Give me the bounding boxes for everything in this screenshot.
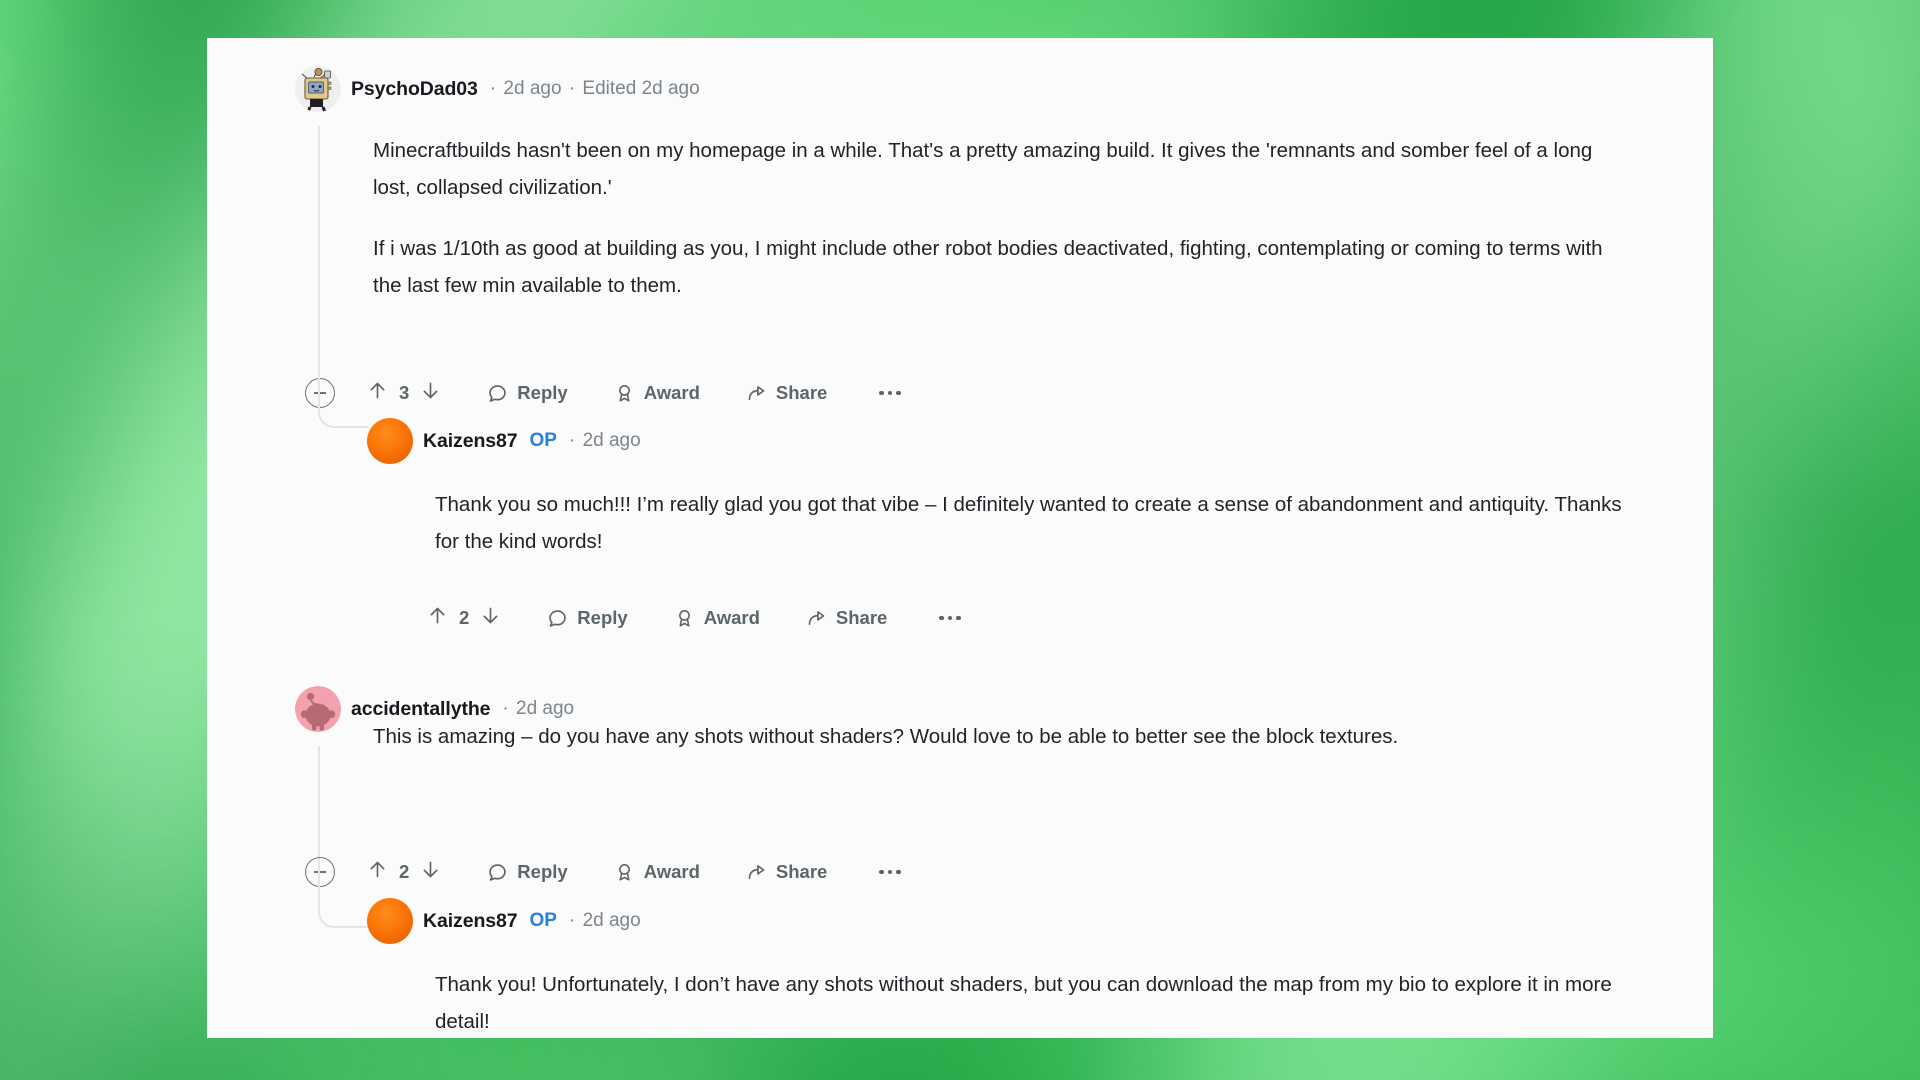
- dot: [879, 869, 884, 875]
- op-badge: OP: [529, 430, 557, 451]
- comment-author-name[interactable]: Kaizens87: [423, 910, 518, 933]
- share-button[interactable]: Share: [746, 861, 827, 883]
- thread-line-comment-2: [318, 746, 320, 864]
- reply-button[interactable]: Reply: [487, 861, 568, 883]
- dot: [947, 615, 953, 621]
- dot: [887, 390, 893, 396]
- comment-timestamp: 2d ago: [582, 430, 641, 451]
- comment-meta: · 2d ago: [567, 430, 641, 452]
- comment-meta: · 2d ago: [500, 698, 574, 720]
- share-arrow-icon: [746, 862, 767, 883]
- share-button[interactable]: Share: [746, 382, 827, 404]
- comment-body-kaizens87-1: Thank you so much!!! I’m really glad you…: [435, 486, 1635, 560]
- action-bar-comment-1-reply: 2 Reply Award Share: [427, 600, 961, 636]
- thread-hook-reply-2: [318, 864, 368, 928]
- action-bar-comment-2: 2 Reply Award Share: [305, 854, 901, 890]
- upvote-icon[interactable]: [367, 859, 388, 885]
- comment-timestamp: 2d ago: [582, 910, 641, 931]
- orange-gradient-avatar[interactable]: [367, 418, 413, 464]
- comment-paragraph: If i was 1/10th as good at building as y…: [373, 237, 1603, 297]
- meta-separator-2: ·: [568, 78, 576, 99]
- vote-count: 2: [399, 861, 410, 882]
- comment-author-name[interactable]: PsychoDad03: [351, 78, 478, 101]
- comment-meta: · 2d ago: [567, 910, 641, 932]
- meta-separator: ·: [489, 78, 497, 99]
- action-bar-comment-1: 3 Reply Award Share: [305, 375, 901, 411]
- award-button[interactable]: Award: [614, 382, 700, 404]
- award-button[interactable]: Award: [674, 607, 760, 629]
- comment-header: PsychoDad03 · 2d ago · Edited 2d ago: [295, 66, 700, 112]
- comment-body-accidentallythe: This is amazing – do you have any shots …: [373, 718, 1633, 755]
- thread-line-comment-1: [318, 126, 320, 364]
- vote-group: 2: [367, 859, 441, 885]
- downvote-icon[interactable]: [480, 605, 501, 631]
- vote-count: 2: [459, 607, 470, 628]
- comment-paragraph: Minecraftbuilds hasn't been on my homepa…: [373, 139, 1593, 199]
- reply-button[interactable]: Reply: [547, 607, 628, 629]
- award-medal-icon: [674, 608, 695, 629]
- downvote-icon[interactable]: [420, 380, 441, 406]
- award-label: Award: [643, 861, 700, 882]
- award-label: Award: [643, 382, 700, 403]
- reply-label: Reply: [517, 861, 568, 882]
- comment-body-psychodad03: Minecraftbuilds hasn't been on my homepa…: [373, 132, 1633, 304]
- comment-timestamp: 2d ago: [503, 78, 562, 99]
- comment-psychodad03: PsychoDad03 · 2d ago · Edited 2d ago: [295, 66, 700, 112]
- dot: [896, 390, 901, 396]
- comment-edited-label: Edited 2d ago: [582, 78, 700, 99]
- reply-label: Reply: [577, 607, 628, 628]
- comments-card: PsychoDad03 · 2d ago · Edited 2d ago Min…: [207, 38, 1713, 1038]
- award-button[interactable]: Award: [614, 861, 700, 883]
- comment-paragraph: Thank you! Unfortunately, I don’t have a…: [435, 973, 1612, 1033]
- share-arrow-icon: [746, 383, 767, 404]
- dot: [887, 869, 893, 875]
- comment-author-name[interactable]: Kaizens87: [423, 430, 518, 453]
- share-label: Share: [775, 382, 828, 403]
- dot: [879, 390, 884, 396]
- more-options-icon[interactable]: [879, 869, 901, 875]
- pink-snoo-avatar[interactable]: [295, 686, 341, 732]
- vote-count: 3: [399, 382, 410, 403]
- tv-head-snoo-avatar[interactable]: [295, 66, 341, 112]
- meta-separator: ·: [502, 698, 509, 719]
- reply-label: Reply: [517, 382, 568, 403]
- upvote-icon[interactable]: [427, 605, 448, 631]
- comment-meta: · 2d ago · Edited 2d ago: [488, 78, 700, 100]
- more-options-icon[interactable]: [939, 615, 961, 621]
- award-medal-icon: [614, 383, 635, 404]
- upvote-icon[interactable]: [367, 380, 388, 406]
- comment-header: Kaizens87 OP · 2d ago: [367, 898, 641, 944]
- share-label: Share: [775, 861, 828, 882]
- comment-header: Kaizens87 OP · 2d ago: [367, 418, 641, 464]
- reply-button[interactable]: Reply: [487, 382, 568, 404]
- share-label: Share: [835, 607, 888, 628]
- comment-kaizens87-reply-2: Kaizens87 OP · 2d ago: [367, 898, 641, 944]
- comment-bubble-icon: [487, 862, 508, 883]
- share-button[interactable]: Share: [806, 607, 887, 629]
- meta-separator: ·: [568, 430, 576, 451]
- vote-group: 3: [367, 380, 441, 406]
- dot: [896, 869, 901, 875]
- comment-paragraph: This is amazing – do you have any shots …: [373, 725, 1399, 748]
- award-label: Award: [703, 607, 760, 628]
- orange-gradient-avatar[interactable]: [367, 898, 413, 944]
- downvote-icon[interactable]: [420, 859, 441, 885]
- share-arrow-icon: [806, 608, 827, 629]
- comment-kaizens87-reply-1: Kaizens87 OP · 2d ago: [367, 418, 641, 464]
- more-options-icon[interactable]: [879, 390, 901, 396]
- meta-separator: ·: [568, 910, 576, 931]
- dot: [939, 615, 944, 621]
- comment-paragraph: Thank you so much!!! I’m really glad you…: [435, 493, 1622, 553]
- comment-bubble-icon: [487, 383, 508, 404]
- comment-body-kaizens87-2: Thank you! Unfortunately, I don’t have a…: [435, 966, 1645, 1038]
- dot: [956, 615, 961, 621]
- vote-group: 2: [427, 605, 501, 631]
- thread-hook-reply-1: [318, 364, 368, 428]
- award-medal-icon: [614, 862, 635, 883]
- op-badge: OP: [529, 910, 557, 931]
- comment-bubble-icon: [547, 608, 568, 629]
- comment-timestamp: 2d ago: [516, 698, 575, 719]
